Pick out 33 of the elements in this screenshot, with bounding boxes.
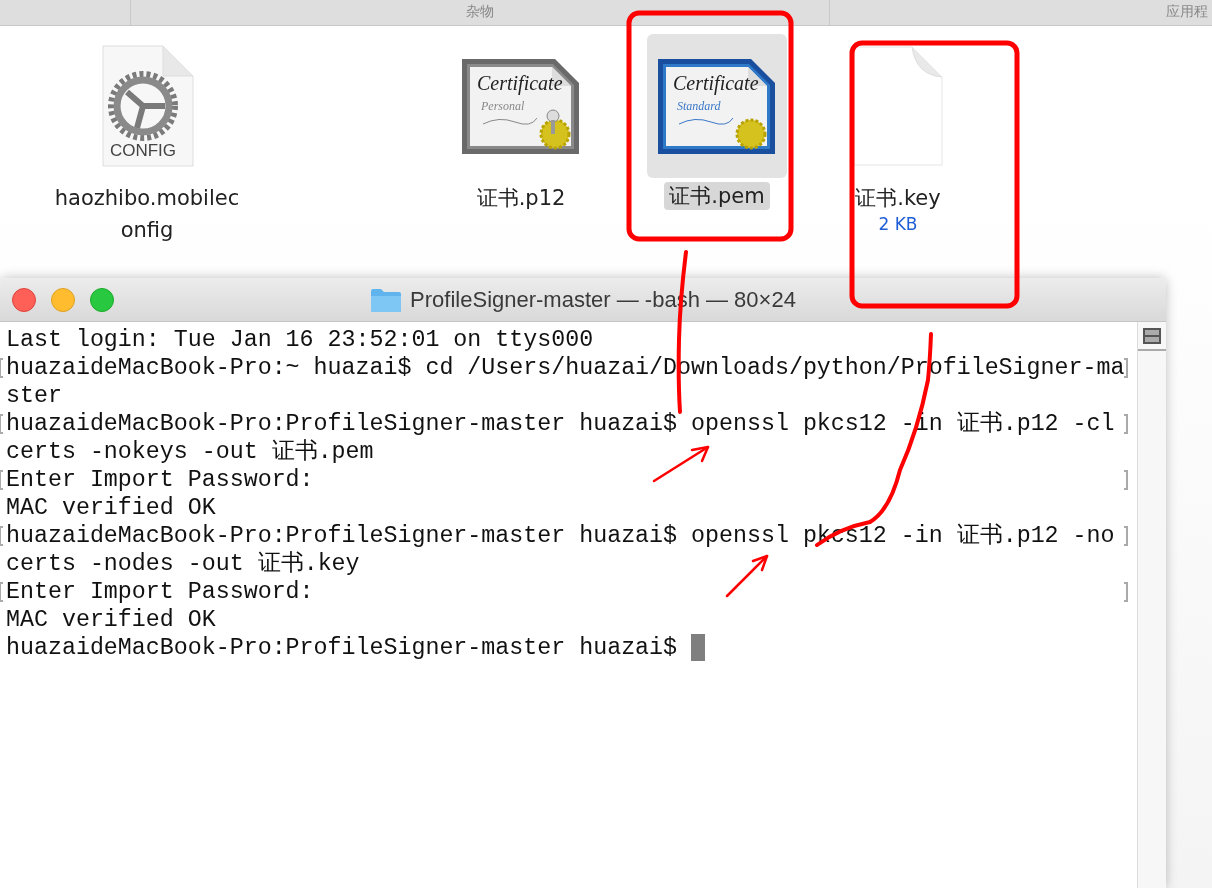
icon-label: CONFIG bbox=[109, 141, 177, 160]
file-name[interactable]: 证书.key bbox=[850, 182, 946, 214]
file-name[interactable]: 证书.p12 bbox=[471, 182, 571, 214]
key-icon bbox=[546, 109, 560, 134]
certificate-subtitle: Standard bbox=[677, 99, 721, 113]
certificate-title: Certificate bbox=[477, 72, 563, 94]
zoom-button[interactable] bbox=[90, 287, 114, 312]
seal-icon bbox=[735, 118, 767, 150]
selection-highlight[interactable]: Certificate Standard bbox=[647, 34, 787, 178]
folder-icon bbox=[370, 286, 403, 313]
flourish-icon bbox=[678, 117, 734, 125]
terminal-line: ster bbox=[6, 383, 62, 409]
terminal-line: certs -nodes -out 证书.key bbox=[6, 551, 360, 577]
gear-icon bbox=[108, 71, 178, 141]
file-name[interactable]: haozhibo.mobilec onfig bbox=[49, 182, 245, 246]
seal-icon bbox=[539, 118, 571, 150]
file-size: 2 KB bbox=[878, 214, 918, 234]
terminal-line: Enter Import Password: bbox=[6, 467, 314, 493]
terminal-line: Last login: Tue Jan 16 23:52:01 on ttys000 bbox=[6, 327, 594, 353]
terminal-line: MAC verified OK bbox=[6, 495, 216, 521]
terminal-line: huazaideMacBook-Pro:ProfileSigner-master huazai$ bbox=[6, 635, 679, 661]
annotation-arrow bbox=[652, 445, 710, 483]
annotation-arrow bbox=[725, 554, 769, 598]
file-name[interactable]: 证书.pem bbox=[664, 182, 770, 210]
certificate-title: Certificate bbox=[673, 72, 759, 94]
split-pane-icon[interactable] bbox=[1143, 327, 1161, 344]
terminal-line: MAC verified OK bbox=[6, 607, 216, 633]
terminal-line: certs -nokeys -out 证书.pem bbox=[6, 439, 374, 465]
flourish-icon bbox=[482, 117, 538, 125]
terminal-line: Enter Import Password: bbox=[6, 579, 314, 605]
minimize-button[interactable] bbox=[51, 287, 75, 312]
certificate-subtitle: Personal bbox=[481, 99, 525, 113]
close-button[interactable] bbox=[12, 287, 36, 312]
